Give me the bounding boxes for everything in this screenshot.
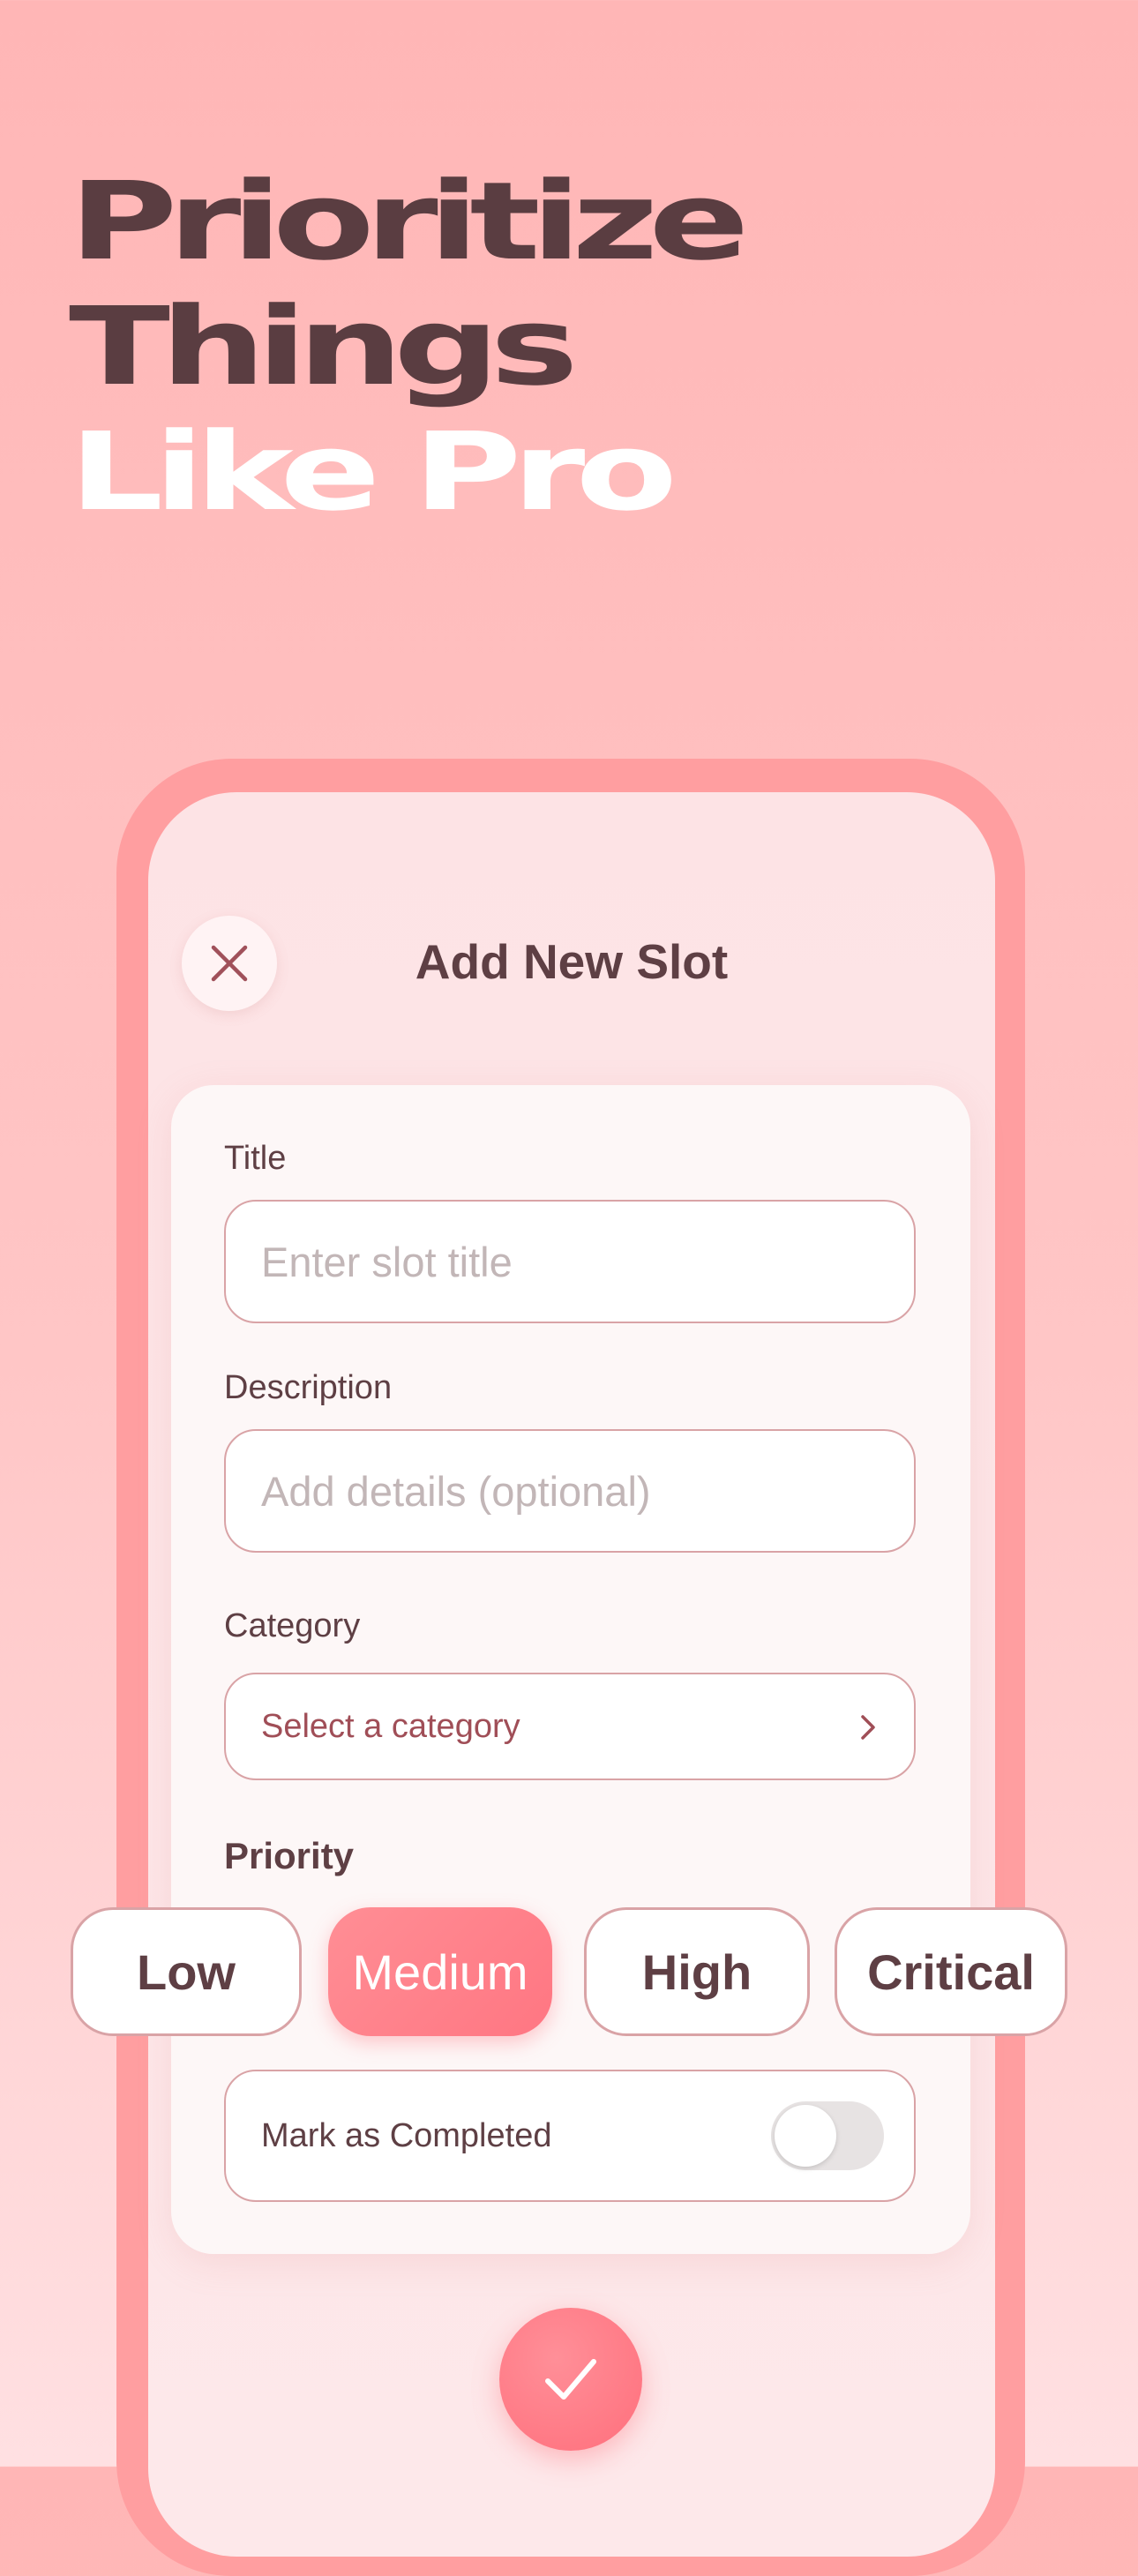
priority-high-button[interactable]: High [584, 1907, 810, 2036]
headline-line-1: Prioritize [69, 159, 750, 284]
mark-completed-label: Mark as Completed [261, 2116, 552, 2154]
checkmark-icon [545, 2359, 596, 2400]
headline: Prioritize Things Like Pro [69, 159, 750, 535]
confirm-button[interactable] [499, 2308, 642, 2451]
mark-completed-toggle[interactable] [771, 2101, 884, 2170]
category-select-value: Select a category [261, 1707, 520, 1745]
category-label: Category [224, 1607, 361, 1644]
description-input[interactable]: Add details (optional) [224, 1429, 916, 1553]
category-select[interactable]: Select a category [224, 1673, 916, 1780]
priority-medium-button[interactable]: Medium [328, 1907, 552, 2036]
priority-low-button[interactable]: Low [71, 1907, 302, 2036]
toggle-knob [775, 2105, 836, 2167]
title-input[interactable]: Enter slot title [224, 1200, 916, 1323]
chevron-right-icon [861, 1715, 875, 1740]
priority-critical-button[interactable]: Critical [835, 1907, 1067, 2036]
priority-label: Priority [224, 1835, 355, 1876]
headline-line-2: Things [69, 284, 579, 409]
description-label: Description [224, 1369, 393, 1406]
mark-completed-row: Mark as Completed [224, 2070, 916, 2202]
title-label: Title [224, 1140, 287, 1177]
headline-line-3: Like Pro [69, 409, 678, 535]
screen-title: Add New Slot [415, 934, 729, 989]
